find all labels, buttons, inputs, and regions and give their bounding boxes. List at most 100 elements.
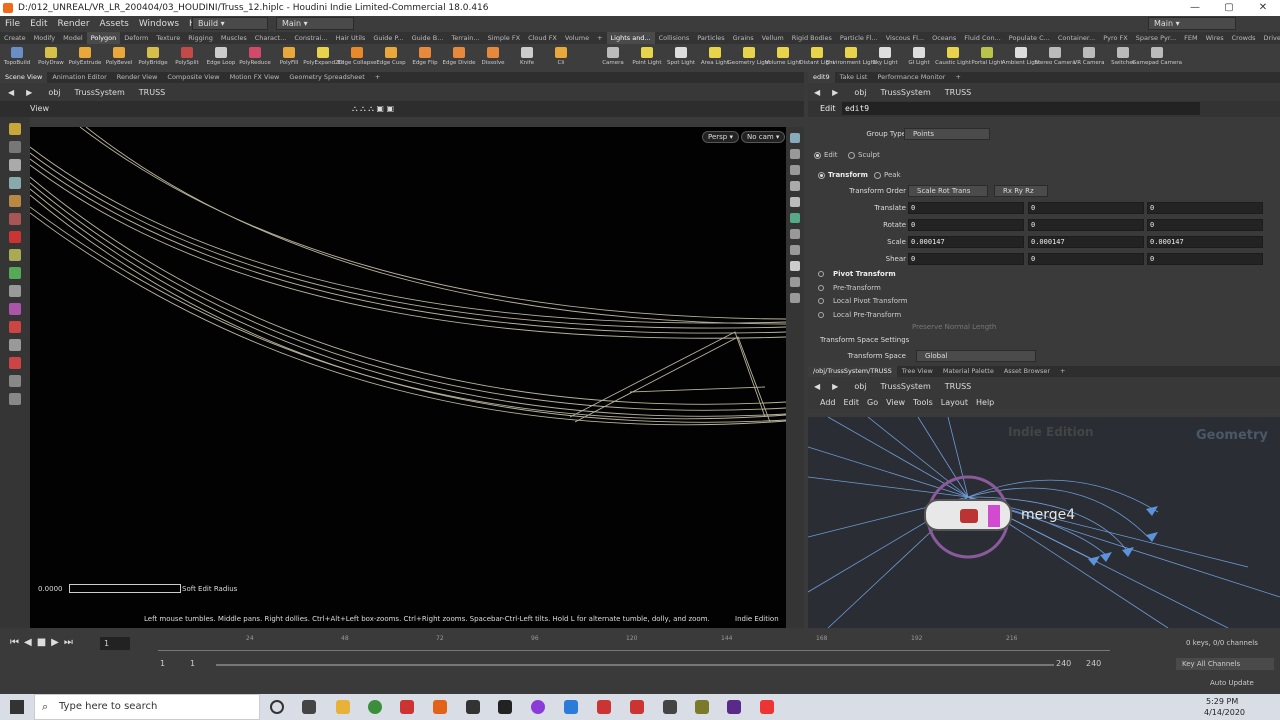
tool-switcher[interactable]: Switcher bbox=[1106, 44, 1140, 72]
path-truss[interactable]: TRUSS bbox=[945, 382, 971, 391]
minimize-button[interactable]: — bbox=[1178, 0, 1212, 16]
app5-icon[interactable] bbox=[695, 700, 709, 714]
tab-performance-monitor[interactable]: Performance Monitor bbox=[872, 72, 950, 83]
clock-date[interactable]: 4/14/2020 bbox=[1204, 708, 1245, 717]
shear-y-field[interactable]: 0 bbox=[1028, 253, 1144, 265]
brush-tool-icon[interactable] bbox=[9, 249, 21, 261]
tab-composite-view[interactable]: Composite View bbox=[162, 72, 224, 83]
task-view-icon[interactable] bbox=[302, 700, 316, 714]
tool-topobuild[interactable]: TopoBuild bbox=[0, 44, 34, 72]
shelf-tab-cloud-fx[interactable]: Cloud FX bbox=[524, 32, 561, 44]
desktop-selector[interactable]: Build ▾ bbox=[192, 17, 268, 30]
net-menu-help[interactable]: Help bbox=[972, 398, 998, 407]
auto-update-button[interactable]: Auto Update bbox=[1210, 679, 1254, 687]
taskbar-search[interactable]: ⌕ Type here to search bbox=[34, 694, 260, 720]
transform-radio[interactable] bbox=[818, 172, 825, 179]
soft-edit-slider[interactable] bbox=[69, 584, 181, 593]
houdini-taskbar-icon[interactable] bbox=[433, 700, 447, 714]
rotate-z-field[interactable]: 0 bbox=[1147, 219, 1263, 231]
magnet-tool-icon[interactable] bbox=[9, 195, 21, 207]
shelf-tab-create[interactable]: Create bbox=[0, 32, 30, 44]
pose-tool-icon[interactable] bbox=[9, 159, 21, 171]
tab-take-list[interactable]: Take List bbox=[835, 72, 873, 83]
shelf-tab-hair-utils[interactable]: Hair Utils bbox=[332, 32, 370, 44]
back-arrow-icon[interactable]: ◀ bbox=[814, 88, 820, 97]
app-icon[interactable] bbox=[400, 700, 414, 714]
shelf-tab-polygon[interactable]: Polygon bbox=[86, 32, 121, 44]
camera-view-icon[interactable] bbox=[790, 229, 800, 239]
tab-tree-view[interactable]: Tree View bbox=[897, 366, 938, 377]
windows-start-icon[interactable] bbox=[10, 700, 24, 714]
transform-order-dropdown[interactable]: Scale Rot Trans bbox=[908, 185, 988, 197]
group-type-dropdown[interactable]: Points bbox=[904, 128, 990, 140]
tab-edit9[interactable]: edit9 bbox=[808, 72, 835, 83]
section-pivot-transform[interactable]: Pivot Transform bbox=[816, 268, 908, 282]
shelf-tab-rigid-bodies[interactable]: Rigid Bodies bbox=[788, 32, 836, 44]
translate-z-field[interactable]: 0 bbox=[1147, 202, 1263, 214]
shelf-tab-charact[interactable]: Charact... bbox=[251, 32, 291, 44]
tool-knife[interactable]: Knife bbox=[510, 44, 544, 72]
shelf-tab-particles[interactable]: Particles bbox=[693, 32, 728, 44]
select-tool-icon[interactable] bbox=[9, 123, 21, 135]
shelf-tab-vellum[interactable]: Vellum bbox=[758, 32, 788, 44]
camera-menu[interactable]: No cam ▾ bbox=[741, 131, 786, 143]
node-name-field[interactable]: edit9 bbox=[842, 102, 1200, 115]
shelf-tab-pyro-fx[interactable]: Pyro FX bbox=[1099, 32, 1132, 44]
tool-gamepad-camera[interactable]: Gamepad Camera bbox=[1132, 44, 1182, 72]
right-shelf-set-selector[interactable]: Main ▾ bbox=[1148, 17, 1236, 30]
tool-polyexpand2d[interactable]: PolyExpand2D bbox=[303, 44, 343, 72]
tool-spot-light[interactable]: Spot Light bbox=[664, 44, 698, 72]
app6-icon[interactable] bbox=[727, 700, 741, 714]
menu-assets[interactable]: Assets bbox=[95, 19, 134, 29]
shelf-tab-crowds[interactable]: Crowds bbox=[1228, 32, 1260, 44]
current-frame-field[interactable]: 1 bbox=[100, 637, 130, 650]
shelf-tab-viscous-fl[interactable]: Viscous Fl... bbox=[882, 32, 928, 44]
tool-polyextrude[interactable]: PolyExtrude bbox=[68, 44, 102, 72]
network-editor[interactable]: Indie Edition Geometry merge4 bbox=[808, 417, 1280, 628]
shelf-tab-volume[interactable]: Volume bbox=[561, 32, 593, 44]
timeline-ruler[interactable]: 24 48 72 96 120 144 168 192 216 bbox=[158, 635, 1110, 651]
peak-radio[interactable] bbox=[874, 172, 881, 179]
tool-edge-collapse[interactable]: Edge Collapse bbox=[338, 44, 376, 72]
transform-space-dropdown[interactable]: Global bbox=[916, 350, 1036, 362]
shelf-tab-guide-p[interactable]: Guide P... bbox=[369, 32, 407, 44]
tool-polydraw[interactable]: PolyDraw bbox=[34, 44, 68, 72]
menu-file[interactable]: File bbox=[0, 19, 25, 29]
rotation-order-dropdown[interactable]: Rx Ry Rz bbox=[994, 185, 1048, 197]
3d-viewport[interactable]: Persp ▾ No cam ▾ 0.0000 Soft Edit Radius… bbox=[30, 127, 786, 628]
tool-ambient-light[interactable]: Ambient Light bbox=[1002, 44, 1040, 72]
curve-tool-icon[interactable] bbox=[9, 267, 21, 279]
path-obj[interactable]: obj bbox=[854, 88, 866, 97]
shelf-tab-sparse-pyr[interactable]: Sparse Pyr... bbox=[1132, 32, 1180, 44]
shelf-tab-particle-fl[interactable]: Particle Fl... bbox=[836, 32, 882, 44]
section-local-pivot-transform[interactable]: Local Pivot Transform bbox=[816, 295, 908, 309]
node-label[interactable]: merge4 bbox=[1021, 507, 1075, 523]
tool-portal-light[interactable]: Portal Light bbox=[970, 44, 1004, 72]
display-icon[interactable] bbox=[9, 375, 21, 387]
viewport-tool-icons[interactable]: ⛬ ⛬ ⛬ ▣ ▣ bbox=[352, 101, 394, 117]
shelf-tab-drive-sim[interactable]: Drive Sim... bbox=[1260, 32, 1280, 44]
forward-arrow-icon[interactable]: ▶ bbox=[832, 88, 838, 97]
translate-x-field[interactable]: 0 bbox=[908, 202, 1024, 214]
shelf-tab-container[interactable]: Container... bbox=[1054, 32, 1099, 44]
shelf-tab-modify[interactable]: Modify bbox=[30, 32, 60, 44]
tool-geometry-light[interactable]: Geometry Light bbox=[728, 44, 770, 72]
shelf-tab-simple-fx[interactable]: Simple FX bbox=[484, 32, 524, 44]
tool-edge-loop[interactable]: Edge Loop bbox=[204, 44, 238, 72]
path-trusssystem[interactable]: TrussSystem bbox=[881, 382, 931, 391]
net-menu-edit[interactable]: Edit bbox=[840, 398, 864, 407]
path-obj[interactable]: obj bbox=[854, 382, 866, 391]
epic-games-icon[interactable] bbox=[466, 700, 480, 714]
faces-icon[interactable] bbox=[9, 339, 21, 351]
section-local-pre-transform[interactable]: Local Pre-Transform bbox=[816, 309, 908, 323]
tab-render-view[interactable]: Render View bbox=[112, 72, 163, 83]
shelf-tab-terrain[interactable]: Terrain... bbox=[447, 32, 483, 44]
tab-add[interactable]: + bbox=[1055, 366, 1070, 377]
shelf-add-icon[interactable]: + bbox=[593, 32, 606, 44]
tab-add[interactable]: + bbox=[370, 72, 385, 83]
unreal-icon[interactable] bbox=[498, 700, 512, 714]
start-frame[interactable]: 1 bbox=[160, 659, 165, 668]
tool-environment-light[interactable]: Environment Light bbox=[826, 44, 876, 72]
menu-windows[interactable]: Windows bbox=[134, 19, 184, 29]
shelf-tab-grains[interactable]: Grains bbox=[729, 32, 758, 44]
